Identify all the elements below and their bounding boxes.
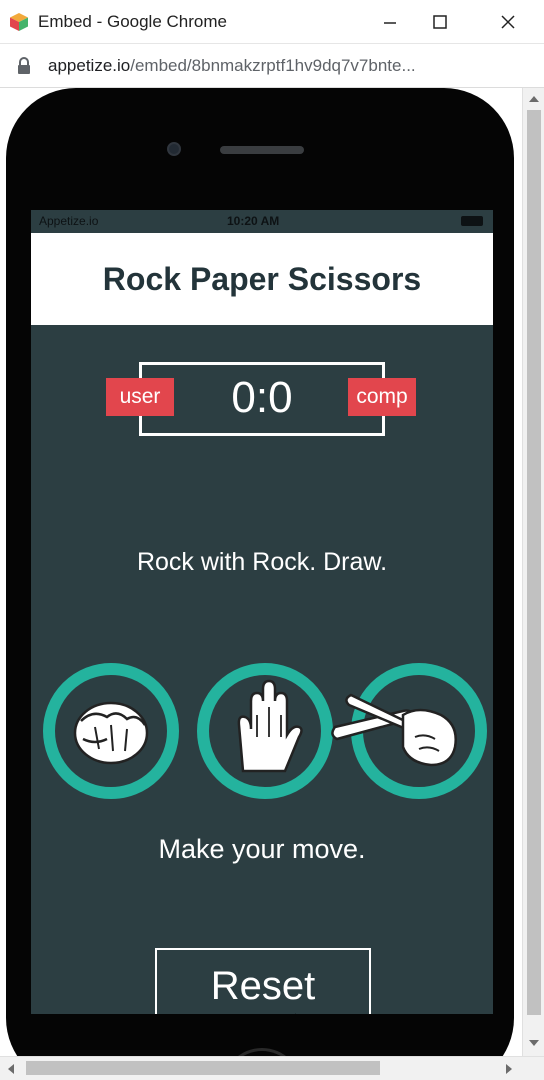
camera: [167, 142, 181, 156]
mouse-cursor-icon: [295, 1013, 296, 1014]
minimize-icon: [384, 22, 396, 24]
close-icon: [501, 15, 515, 29]
window-title: Embed - Google Chrome: [38, 12, 227, 31]
url-path: /embed/8bnmakzrptf1hv9dq7v7bnte...: [130, 56, 416, 75]
scissors-choice-button[interactable]: [331, 663, 487, 799]
paper-hand-icon: [237, 679, 303, 773]
home-button[interactable]: [222, 1048, 302, 1056]
vertical-scroll-thumb[interactable]: [527, 110, 541, 1015]
rock-choice-button[interactable]: [43, 663, 179, 799]
page-viewport: Appetize.io 10:20 AM Rock Paper Scissors…: [0, 88, 522, 1056]
scroll-down-icon[interactable]: [529, 1040, 539, 1046]
app-header: Rock Paper Scissors: [31, 233, 493, 325]
battery-icon: [461, 216, 483, 226]
status-time: 10:20 AM: [227, 214, 280, 228]
phone-frame: Appetize.io 10:20 AM Rock Paper Scissors…: [6, 88, 514, 1056]
url-text[interactable]: appetize.io/embed/8bnmakzrptf1hv9dq7v7bn…: [48, 56, 518, 76]
reset-button[interactable]: Reset: [155, 948, 371, 1014]
status-bar: Appetize.io 10:20 AM: [31, 210, 493, 233]
speaker: [220, 146, 304, 154]
maximize-button[interactable]: [420, 8, 460, 36]
prompt-message: Make your move.: [158, 834, 366, 864]
status-carrier: Appetize.io: [39, 214, 99, 228]
chrome-app-icon: [10, 13, 28, 31]
scroll-right-icon[interactable]: [506, 1064, 512, 1074]
url-host: appetize.io: [48, 56, 131, 75]
address-bar[interactable]: appetize.io/embed/8bnmakzrptf1hv9dq7v7bn…: [0, 44, 544, 88]
scroll-up-icon[interactable]: [529, 96, 539, 102]
scissors-hand-icon: [331, 693, 457, 767]
minimize-button[interactable]: [370, 8, 410, 36]
close-button[interactable]: [488, 8, 528, 36]
window-titlebar: Embed - Google Chrome: [0, 0, 544, 44]
horizontal-scroll-thumb[interactable]: [26, 1061, 380, 1075]
score-value: 0:0: [231, 373, 293, 422]
scroll-left-icon[interactable]: [8, 1064, 14, 1074]
maximize-icon: [433, 15, 447, 29]
phone-screen[interactable]: Appetize.io 10:20 AM Rock Paper Scissors…: [31, 210, 493, 1014]
horizontal-scrollbar[interactable]: [0, 1056, 544, 1080]
user-badge: user: [106, 378, 174, 416]
lock-icon: [18, 57, 30, 74]
vertical-scrollbar[interactable]: [522, 88, 544, 1056]
result-message: Rock with Rock. Draw.: [136, 548, 388, 576]
app-title: Rock Paper Scissors: [102, 261, 422, 297]
comp-badge: comp: [348, 378, 416, 416]
paper-choice-button[interactable]: [197, 663, 333, 799]
rock-hand-icon: [73, 701, 149, 765]
